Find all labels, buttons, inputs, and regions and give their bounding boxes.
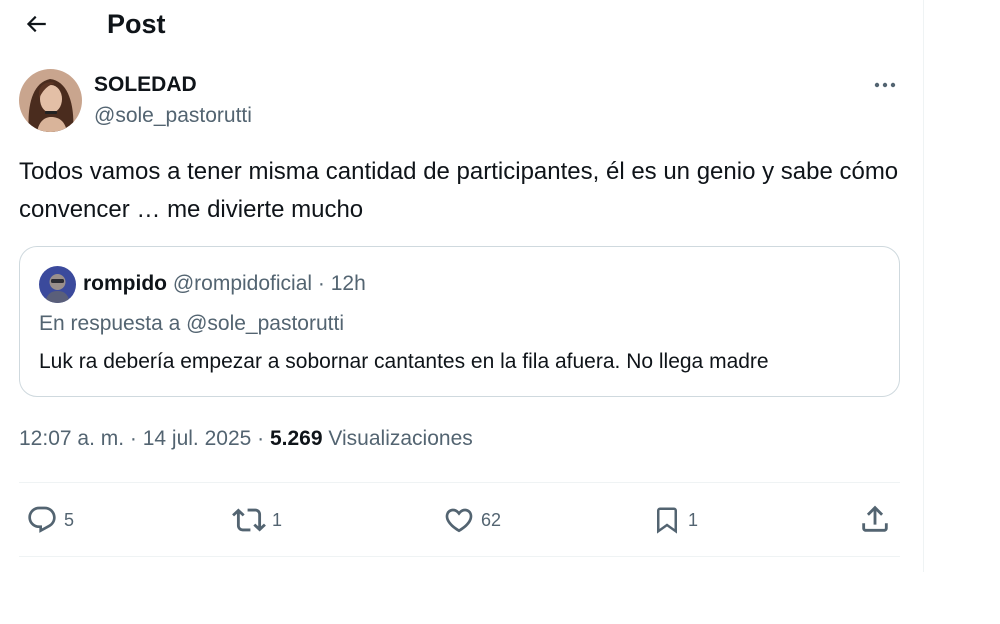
- quote-avatar-image: [39, 266, 76, 303]
- quote-reply-to: En respuesta a @sole_pastorutti: [39, 312, 344, 335]
- page-title: Post: [107, 9, 166, 39]
- reply-count: 5: [64, 509, 75, 530]
- author-name[interactable]: SOLEDAD: [94, 73, 197, 97]
- repost-button[interactable]: 1: [232, 500, 282, 540]
- heart-icon: [445, 508, 473, 533]
- quote-avatar[interactable]: [39, 266, 76, 303]
- post-timestamp[interactable]: 12:07 a. m. · 14 jul. 2025 ·: [19, 427, 270, 450]
- reply-button[interactable]: 5: [26, 500, 74, 540]
- avatar-image: [19, 69, 82, 132]
- post-meta: 12:07 a. m. · 14 jul. 2025 · 5.269 Visua…: [19, 425, 473, 453]
- bookmark-button[interactable]: 1: [652, 500, 698, 540]
- arrow-left-icon: [26, 15, 46, 33]
- repost-count: 1: [272, 509, 283, 530]
- author-avatar[interactable]: [19, 69, 82, 132]
- share-button[interactable]: [858, 502, 892, 541]
- back-button[interactable]: [18, 6, 54, 42]
- bookmark-count: 1: [688, 509, 699, 530]
- post-header: Post: [0, 0, 924, 50]
- bookmark-icon: [657, 507, 677, 534]
- quote-author-handle[interactable]: @rompidoficial: [173, 272, 312, 295]
- quote-time: · 12h: [317, 272, 366, 295]
- more-horizontal-icon: [874, 82, 896, 88]
- quote-author-name[interactable]: rompido: [83, 272, 167, 295]
- quoted-post[interactable]: rompido @rompidoficial · 12h En respuest…: [19, 246, 900, 397]
- more-options-button[interactable]: [866, 70, 904, 100]
- quote-header: rompido @rompidoficial · 12h: [83, 271, 366, 297]
- post-text: Todos vamos a tener misma cantidad de pa…: [19, 158, 899, 223]
- post-column: Post SOLEDAD @sole_pastorutti Todos vamo…: [0, 0, 924, 572]
- views-count: 5.269: [269, 427, 323, 450]
- like-button[interactable]: 62: [443, 500, 501, 540]
- comment-icon: [28, 506, 56, 533]
- divider-top: [19, 482, 900, 483]
- quote-text: Luk ra debería empezar a sobornar cantan…: [39, 350, 769, 373]
- share-icon: [862, 505, 888, 532]
- like-count: 62: [481, 509, 502, 530]
- views-label: Visualizaciones: [328, 427, 473, 450]
- divider-bottom: [19, 556, 900, 557]
- repost-icon: [232, 508, 266, 532]
- author-handle[interactable]: @sole_pastorutti: [94, 104, 252, 128]
